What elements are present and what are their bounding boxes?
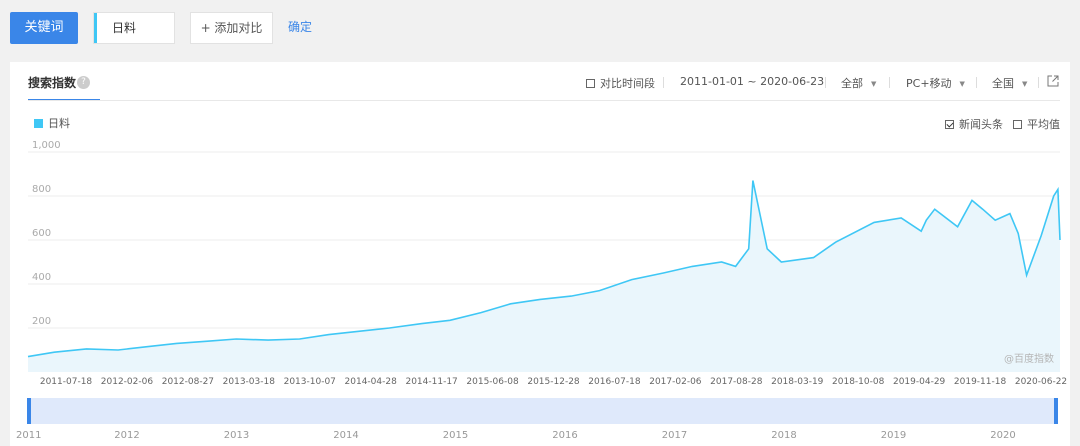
x-tick-label: 2012-08-27 <box>162 377 214 387</box>
y-tick-label: 1,000 <box>32 140 61 151</box>
y-tick-label: 200 <box>32 316 51 327</box>
y-tick-label: 800 <box>32 184 51 195</box>
x-tick-label: 2012-02-06 <box>101 377 154 387</box>
x-tick-label: 2018-03-19 <box>771 377 824 387</box>
brush-handle-right[interactable] <box>1054 398 1058 424</box>
timeline-year-label: 2012 <box>114 430 139 441</box>
x-tick-label: 2017-08-28 <box>710 377 763 387</box>
y-tick-label: 400 <box>32 272 51 283</box>
timeline-year-label: 2019 <box>881 430 906 441</box>
x-tick-label: 2013-03-18 <box>223 377 276 387</box>
keyword-input[interactable]: 日料 <box>93 12 175 44</box>
search-index-panel: 搜索指数 ? 对比时间段 2011-01-01 ~ 2020-06-23 全部 ▼… <box>10 62 1070 446</box>
watermark: @百度指数 <box>1004 352 1054 365</box>
x-tick-label: 2014-04-28 <box>345 377 398 387</box>
search-index-chart[interactable]: 200 400 600 800 1,000 2011-07-18 2012-02-06 20… <box>10 62 1070 446</box>
top-bar: 关键词 日料 + 添加对比 确定 <box>0 0 1080 60</box>
x-tick-label: 2011-07-18 <box>40 377 93 387</box>
x-tick-label: 2015-06-08 <box>466 377 519 387</box>
x-tick-label: 2019-11-18 <box>954 377 1007 387</box>
x-tick-label: 2019-04-29 <box>893 377 946 387</box>
timeline-year-label: 2011 <box>16 430 41 441</box>
x-tick-label: 2015-12-28 <box>527 377 580 387</box>
add-compare-button[interactable]: + 添加对比 <box>190 12 273 44</box>
brush-handle-left[interactable] <box>27 398 31 424</box>
confirm-link[interactable]: 确定 <box>288 18 312 35</box>
x-tick-label: 2017-02-06 <box>649 377 702 387</box>
x-tick-label: 2016-07-18 <box>588 377 641 387</box>
keyword-button[interactable]: 关键词 <box>10 12 78 44</box>
timeline-year-label: 2015 <box>443 430 468 441</box>
timeline-year-label: 2013 <box>224 430 249 441</box>
timeline-year-label: 2017 <box>662 430 687 441</box>
timeline-brush[interactable] <box>28 398 1058 424</box>
x-tick-label: 2014-11-17 <box>405 377 457 387</box>
x-tick-label: 2018-10-08 <box>832 377 885 387</box>
x-tick-label: 2020-06-22 <box>1015 377 1067 387</box>
x-tick-label: 2013-10-07 <box>284 377 336 387</box>
timeline-year-label: 2016 <box>552 430 577 441</box>
timeline-year-label: 2018 <box>771 430 796 441</box>
timeline-year-label: 2014 <box>333 430 358 441</box>
timeline-year-label: 2020 <box>990 430 1015 441</box>
y-tick-label: 600 <box>32 228 51 239</box>
